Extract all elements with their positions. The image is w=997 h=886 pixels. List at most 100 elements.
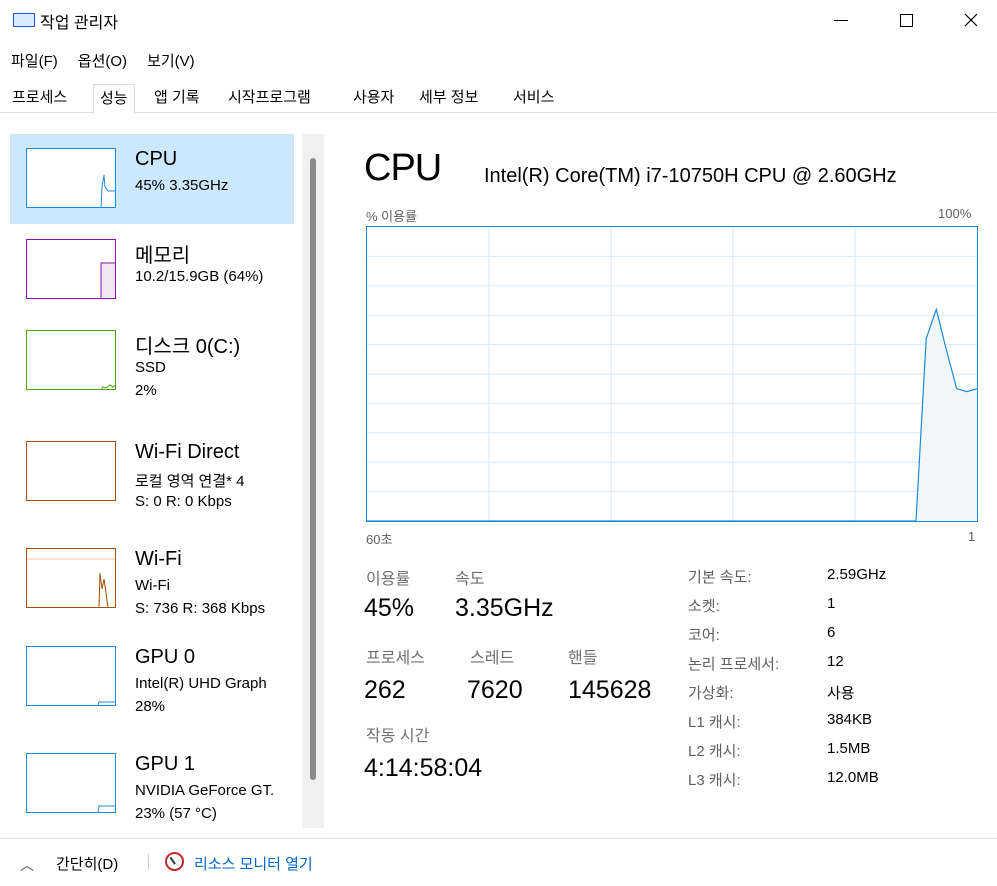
l3-cache-label: L3 캐시: (688, 772, 741, 789)
task-manager-icon (13, 13, 35, 27)
tab-users[interactable]: 사용자 (353, 84, 394, 113)
footer-bar: ︿ 간단히(D) 리소스 모니터 열기 (0, 838, 997, 886)
sidebar-item-memory[interactable]: 메모리 10.2/15.9GB (64%) (10, 225, 294, 315)
sidebar-item-wifi-direct[interactable]: Wi-Fi Direct 로컬 영역 연결* 4 S: 0 R: 0 Kbps (10, 427, 294, 517)
tab-details[interactable]: 세부 정보 (419, 84, 478, 113)
sidebar-item-cpu[interactable]: CPU 45% 3.35GHz (10, 134, 294, 224)
logical-processors-label: 논리 프로세서: (688, 656, 780, 673)
cpu-thumbnail-graph (26, 148, 116, 208)
uptime-value: 4:14:58:04 (364, 754, 483, 782)
logical-processors-value: 12 (827, 653, 844, 670)
window-title: 작업 관리자 (40, 15, 119, 32)
minimize-icon (834, 19, 848, 21)
title-bar: 작업 관리자 (0, 0, 997, 40)
virtualization-value: 사용 (827, 685, 855, 702)
open-resource-monitor-link[interactable]: 리소스 모니터 열기 (194, 853, 313, 874)
uptime-label: 작동 시간 (366, 728, 430, 745)
tab-startup[interactable]: 시작프로그램 (228, 84, 311, 113)
sidebar-item-wifi[interactable]: Wi-Fi Wi-Fi S: 736 R: 368 Kbps (10, 534, 294, 624)
sidebar-item-label: 디스크 0(C:) (135, 336, 241, 358)
menu-bar: 파일(F) 옵션(O) 보기(V) (0, 50, 195, 74)
graph-x-start-label: 60초 (366, 532, 393, 547)
threads-label: 스레드 (470, 650, 515, 667)
graph-y-label: % 이용률 (366, 209, 418, 224)
sidebar-item-label: Wi-Fi Direct (135, 441, 240, 463)
sidebar-item-disk[interactable]: 디스크 0(C:) SSD 2% (10, 316, 294, 406)
page-title: CPU (364, 147, 442, 189)
sidebar-item-label: GPU 0 (135, 646, 196, 668)
sidebar-item-label: GPU 1 (135, 753, 196, 775)
sidebar-item-detail: NVIDIA GeForce GT. (135, 782, 275, 799)
l2-cache-value: 1.5MB (827, 740, 871, 757)
sidebar-item-label: Wi-Fi (135, 548, 182, 570)
menu-file[interactable]: 파일(F) (11, 50, 58, 74)
sidebar-item-detail: Wi-Fi (135, 577, 170, 594)
sidebar-item-detail: Intel(R) UHD Graph (135, 675, 267, 692)
gpu1-thumbnail-graph (26, 753, 116, 813)
minimize-button[interactable] (818, 0, 864, 40)
tab-app-history[interactable]: 앱 기록 (154, 84, 200, 113)
handles-label: 핸들 (568, 650, 598, 667)
memory-thumbnail-graph (26, 239, 116, 299)
tab-services[interactable]: 서비스 (513, 84, 554, 113)
l1-cache-label: L1 캐시: (688, 714, 741, 731)
sidebar-item-label: CPU (135, 148, 178, 170)
wifi-direct-thumbnail-graph (26, 441, 116, 501)
graph-x-end-label: 1 (968, 529, 976, 544)
sidebar-item-usage: 28% (135, 698, 166, 715)
gpu0-thumbnail-graph (26, 646, 116, 706)
utilization-label: 이용률 (366, 571, 411, 588)
l2-cache-label: L2 캐시: (688, 743, 741, 760)
base-speed-label: 기본 속도: (688, 569, 752, 586)
sidebar-item-detail: 로컬 영역 연결* 4 (135, 473, 245, 490)
cpu-model-name: Intel(R) Core(TM) i7-10750H CPU @ 2.60GH… (484, 165, 897, 187)
disk-thumbnail-graph (26, 330, 116, 390)
menu-options[interactable]: 옵션(O) (78, 50, 127, 74)
threads-value: 7620 (467, 676, 523, 704)
sidebar-item-throughput: S: 736 R: 368 Kbps (135, 600, 266, 617)
speed-label: 속도 (455, 571, 485, 588)
sockets-value: 1 (827, 595, 836, 612)
processes-label: 프로세스 (366, 650, 425, 667)
cpu-usage-graph (366, 226, 978, 522)
resource-list: CPU 45% 3.35GHz 메모리 10.2/15.9GB (64%) 디스… (10, 134, 322, 830)
l3-cache-value: 12.0MB (827, 769, 879, 786)
sidebar-item-detail: SSD (135, 359, 166, 376)
speed-value: 3.35GHz (455, 594, 554, 622)
maximize-icon (899, 13, 913, 27)
sidebar-item-detail: 45% 3.35GHz (135, 177, 229, 194)
virtualization-label: 가상화: (688, 685, 734, 702)
sockets-label: 소켓: (688, 598, 720, 615)
tab-processes[interactable]: 프로세스 (12, 84, 67, 113)
cpu-usage-line (367, 307, 977, 521)
cores-value: 6 (827, 624, 836, 641)
tab-performance[interactable]: 성능 (93, 84, 135, 114)
sidebar-item-detail: 10.2/15.9GB (64%) (135, 268, 264, 285)
close-icon (964, 13, 978, 27)
graph-y-max-label: 100% (938, 206, 972, 221)
base-speed-value: 2.59GHz (827, 566, 887, 583)
sidebar-item-label: 메모리 (135, 245, 191, 267)
utilization-value: 45% (364, 594, 415, 622)
wifi-thumbnail-graph (26, 548, 116, 608)
sidebar-scrollbar-thumb[interactable] (310, 158, 316, 780)
cpu-usage-area (367, 309, 977, 521)
sidebar-item-usage: 23% (57 °C) (135, 805, 217, 822)
close-button[interactable] (948, 0, 994, 40)
handles-value: 145628 (568, 676, 652, 704)
fewer-details-button[interactable]: 간단히(D) (56, 853, 118, 874)
cpu-usage-chart (367, 227, 977, 521)
sidebar-item-usage: 2% (135, 382, 157, 399)
cores-label: 코어: (688, 627, 720, 644)
sidebar-item-gpu1[interactable]: GPU 1 NVIDIA GeForce GT. 23% (57 °C) (10, 739, 294, 829)
tab-bar: 프로세스 성능 앱 기록 시작프로그램 사용자 세부 정보 서비스 (0, 84, 997, 114)
processes-value: 262 (364, 676, 406, 704)
sidebar-item-gpu0[interactable]: GPU 0 Intel(R) UHD Graph 28% (10, 632, 294, 722)
maximize-button[interactable] (883, 0, 929, 40)
menu-view[interactable]: 보기(V) (147, 50, 195, 74)
chevron-up-icon[interactable]: ︿ (20, 855, 34, 875)
l1-cache-value: 384KB (827, 711, 873, 728)
resource-monitor-icon[interactable] (165, 852, 184, 871)
footer-divider (148, 854, 149, 870)
sidebar-item-throughput: S: 0 R: 0 Kbps (135, 493, 232, 510)
